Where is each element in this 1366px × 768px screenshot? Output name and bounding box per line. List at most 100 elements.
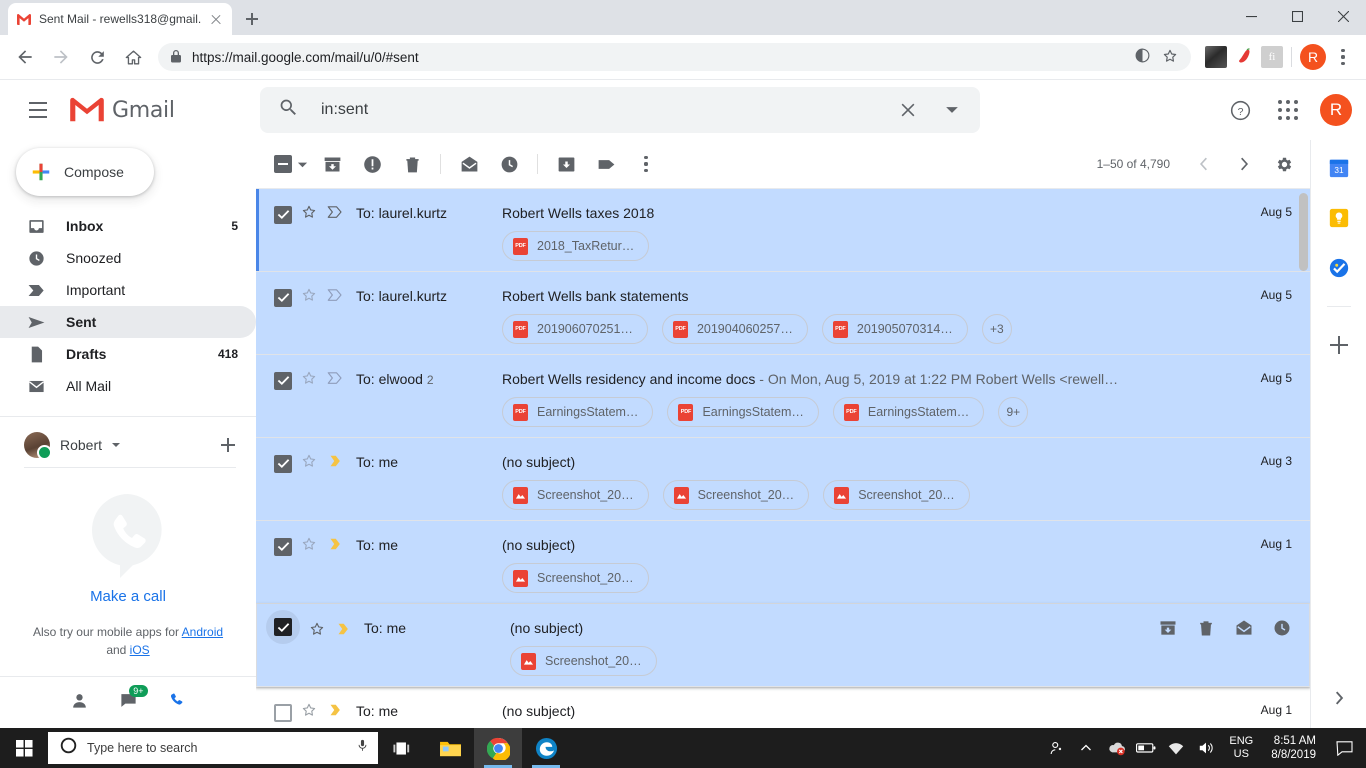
add-addon-icon[interactable]	[1327, 333, 1351, 357]
attachment-chip[interactable]: Screenshot_20…	[823, 480, 970, 510]
taskbar-search[interactable]: Type here to search	[48, 732, 378, 764]
clock[interactable]: 8:51 AM 8/8/2019	[1261, 734, 1326, 762]
people-icon[interactable]	[1041, 728, 1071, 768]
star-icon[interactable]	[308, 620, 326, 643]
important-icon[interactable]	[326, 452, 344, 475]
android-link[interactable]: Android	[182, 625, 223, 639]
reader-mode-icon[interactable]	[1134, 47, 1151, 67]
attachment-chip[interactable]: PDF EarningsStatem…	[832, 397, 985, 427]
older-page-icon[interactable]	[1226, 146, 1262, 182]
row-checkbox[interactable]	[274, 205, 292, 224]
sidebar-item-drafts[interactable]: Drafts 418	[0, 338, 256, 370]
important-icon[interactable]	[326, 369, 344, 392]
google-calendar-icon[interactable]: 31	[1327, 156, 1351, 180]
row-checkbox[interactable]	[274, 288, 292, 307]
battery-icon[interactable]	[1131, 728, 1161, 768]
snooze-icon[interactable]	[1266, 612, 1298, 644]
phone-icon[interactable]	[168, 691, 187, 715]
sidebar-item-inbox[interactable]: Inbox 5	[0, 210, 256, 242]
action-center-icon[interactable]	[1326, 728, 1362, 768]
new-tab-button[interactable]	[238, 5, 266, 33]
ios-link[interactable]: iOS	[130, 643, 150, 657]
table-row[interactable]: To: elwood 2 Robert Wells residency and …	[256, 355, 1310, 438]
expand-panel-chevron-icon[interactable]	[1332, 691, 1346, 710]
minimize-button[interactable]	[1228, 0, 1274, 32]
settings-gear-icon[interactable]	[1266, 146, 1302, 182]
make-a-call-link[interactable]: Make a call	[90, 588, 166, 605]
clear-search-icon[interactable]	[886, 88, 930, 132]
account-avatar[interactable]: R	[1320, 94, 1352, 126]
sidebar-item-sent[interactable]: Sent	[0, 306, 256, 338]
compose-button[interactable]: Compose	[16, 148, 154, 196]
volume-icon[interactable]	[1191, 728, 1221, 768]
search-input[interactable]: in:sent	[321, 101, 886, 119]
important-icon[interactable]	[326, 203, 344, 226]
sidebar-item-all-mail[interactable]: All Mail	[0, 370, 256, 402]
search-options-chevron-down-icon[interactable]	[930, 88, 974, 132]
google-chrome-icon[interactable]	[474, 728, 522, 768]
mark-unread-icon[interactable]	[449, 144, 489, 184]
star-icon[interactable]	[300, 286, 318, 309]
star-icon[interactable]	[300, 535, 318, 558]
extension-script-icon[interactable]: fi	[1261, 46, 1283, 68]
important-icon[interactable]	[326, 286, 344, 309]
new-conversation-icon[interactable]	[216, 433, 240, 457]
row-checkbox[interactable]	[274, 371, 292, 390]
address-bar[interactable]: https://mail.google.com/mail/u/0/#sent	[158, 43, 1191, 71]
attachment-chip[interactable]: Screenshot_20…	[502, 563, 649, 593]
extension-chili-icon[interactable]	[1233, 46, 1255, 68]
add-to-tasks-icon[interactable]	[546, 144, 586, 184]
important-icon[interactable]	[326, 701, 344, 724]
hangouts-user[interactable]: Robert	[0, 427, 256, 463]
scrollbar-thumb[interactable]	[1299, 193, 1308, 271]
bookmark-star-icon[interactable]	[1161, 47, 1179, 68]
google-keep-icon[interactable]	[1327, 206, 1351, 230]
show-hidden-icons-chevron-up-icon[interactable]	[1071, 728, 1101, 768]
row-checkbox[interactable]	[274, 703, 292, 722]
microsoft-edge-icon[interactable]	[522, 728, 570, 768]
attachment-chip[interactable]: PDF EarningsStatem…	[667, 397, 819, 427]
table-row[interactable]: To: laurel.kurtz Robert Wells bank state…	[256, 272, 1310, 355]
list-scrollbar[interactable]	[1297, 189, 1310, 728]
star-icon[interactable]	[300, 203, 318, 226]
table-row[interactable]: To: me (no subject)	[256, 687, 1310, 728]
star-icon[interactable]	[300, 452, 318, 475]
close-icon[interactable]	[208, 11, 224, 27]
table-row[interactable]: To: me (no subject)	[256, 604, 1310, 687]
attachment-chip[interactable]: PDF 201905070314…	[821, 314, 968, 344]
newer-page-icon[interactable]	[1186, 146, 1222, 182]
delete-icon[interactable]	[1190, 612, 1222, 644]
microphone-icon[interactable]	[355, 738, 370, 758]
more-attachments-badge[interactable]: +3	[981, 314, 1012, 344]
row-checkbox[interactable]	[274, 537, 292, 556]
conversations-icon[interactable]: 9+	[119, 684, 148, 715]
close-window-button[interactable]	[1320, 0, 1366, 32]
language-indicator[interactable]: ENG US	[1221, 735, 1261, 761]
important-icon[interactable]	[334, 620, 352, 643]
google-tasks-icon[interactable]	[1327, 256, 1351, 280]
help-icon[interactable]: ?	[1218, 88, 1262, 132]
row-checkbox[interactable]	[274, 618, 292, 636]
attachment-chip[interactable]: PDF 2018_TaxRetur…	[502, 231, 650, 261]
extension-cat-icon[interactable]	[1205, 46, 1227, 68]
report-spam-icon[interactable]	[352, 144, 392, 184]
wifi-icon[interactable]	[1161, 728, 1191, 768]
table-row[interactable]: To: laurel.kurtz Robert Wells taxes 2018…	[256, 189, 1310, 272]
row-checkbox[interactable]	[274, 454, 292, 473]
table-row[interactable]: To: me (no subject)	[256, 438, 1310, 521]
maximize-button[interactable]	[1274, 0, 1320, 32]
contacts-icon[interactable]	[70, 691, 89, 715]
start-button[interactable]	[0, 728, 48, 768]
task-view-icon[interactable]	[378, 728, 426, 768]
browser-tab[interactable]: Sent Mail - rewells318@gmail.co	[8, 3, 232, 35]
delete-icon[interactable]	[392, 144, 432, 184]
snooze-icon[interactable]	[489, 144, 529, 184]
archive-icon[interactable]	[312, 144, 352, 184]
select-options-chevron-down-icon[interactable]	[292, 144, 312, 184]
taskbar-search-input[interactable]: Type here to search	[87, 741, 345, 755]
sidebar-item-important[interactable]: Important	[0, 274, 256, 306]
back-arrow-icon[interactable]	[8, 40, 42, 74]
labels-icon[interactable]	[586, 144, 626, 184]
chevron-down-icon[interactable]	[112, 443, 121, 447]
star-icon[interactable]	[300, 369, 318, 392]
